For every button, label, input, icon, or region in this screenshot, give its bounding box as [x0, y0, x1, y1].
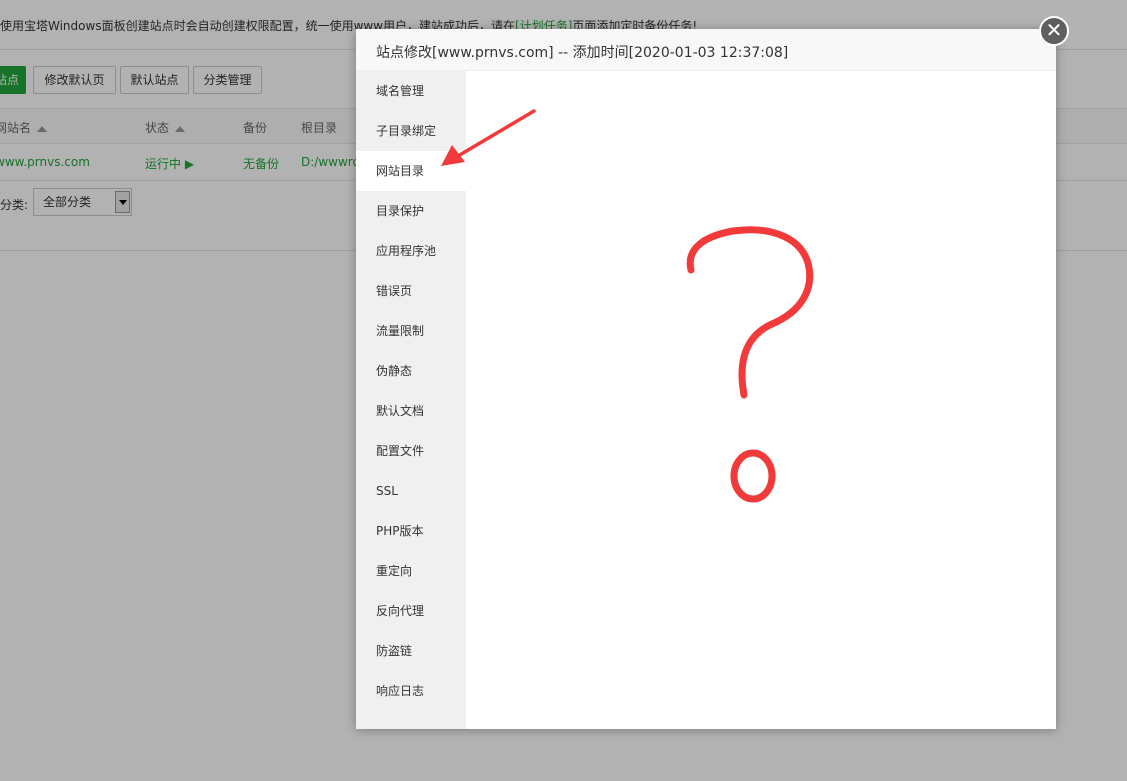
- menu-item[interactable]: PHP版本: [356, 511, 466, 551]
- menu-item[interactable]: 网站目录: [356, 151, 466, 191]
- menu-item[interactable]: 伪静态: [356, 351, 466, 391]
- close-dialog-button[interactable]: ✕: [1039, 16, 1069, 46]
- menu-item[interactable]: 流量限制: [356, 311, 466, 351]
- menu-item[interactable]: 错误页: [356, 271, 466, 311]
- dialog-title: 站点修改[www.prnvs.com] -- 添加时间[2020-01-03 1…: [356, 29, 1056, 71]
- menu-item[interactable]: 子目录绑定: [356, 111, 466, 151]
- menu-item[interactable]: 默认文档: [356, 391, 466, 431]
- menu-item[interactable]: 重定向: [356, 551, 466, 591]
- menu-item[interactable]: 反向代理: [356, 591, 466, 631]
- menu-item[interactable]: 域名管理: [356, 71, 466, 111]
- dialog-body: 域名管理 子目录绑定 网站目录 目录保护 应用程序池 错误页 流量限制 伪静态 默认文档 配置文件…: [356, 71, 1056, 729]
- dialog-side-menu: 域名管理 子目录绑定 网站目录 目录保护 应用程序池 错误页 流量限制 伪静态 默认文档 配置文件…: [356, 71, 466, 729]
- menu-item[interactable]: 应用程序池: [356, 231, 466, 271]
- menu-item[interactable]: 目录保护: [356, 191, 466, 231]
- dialog-content-area: [466, 71, 1056, 729]
- menu-item[interactable]: SSL: [356, 471, 466, 511]
- menu-item[interactable]: 响应日志: [356, 671, 466, 711]
- site-edit-dialog: 站点修改[www.prnvs.com] -- 添加时间[2020-01-03 1…: [356, 29, 1056, 729]
- menu-item[interactable]: 配置文件: [356, 431, 466, 471]
- close-icon: ✕: [1045, 18, 1063, 42]
- menu-item[interactable]: 防盗链: [356, 631, 466, 671]
